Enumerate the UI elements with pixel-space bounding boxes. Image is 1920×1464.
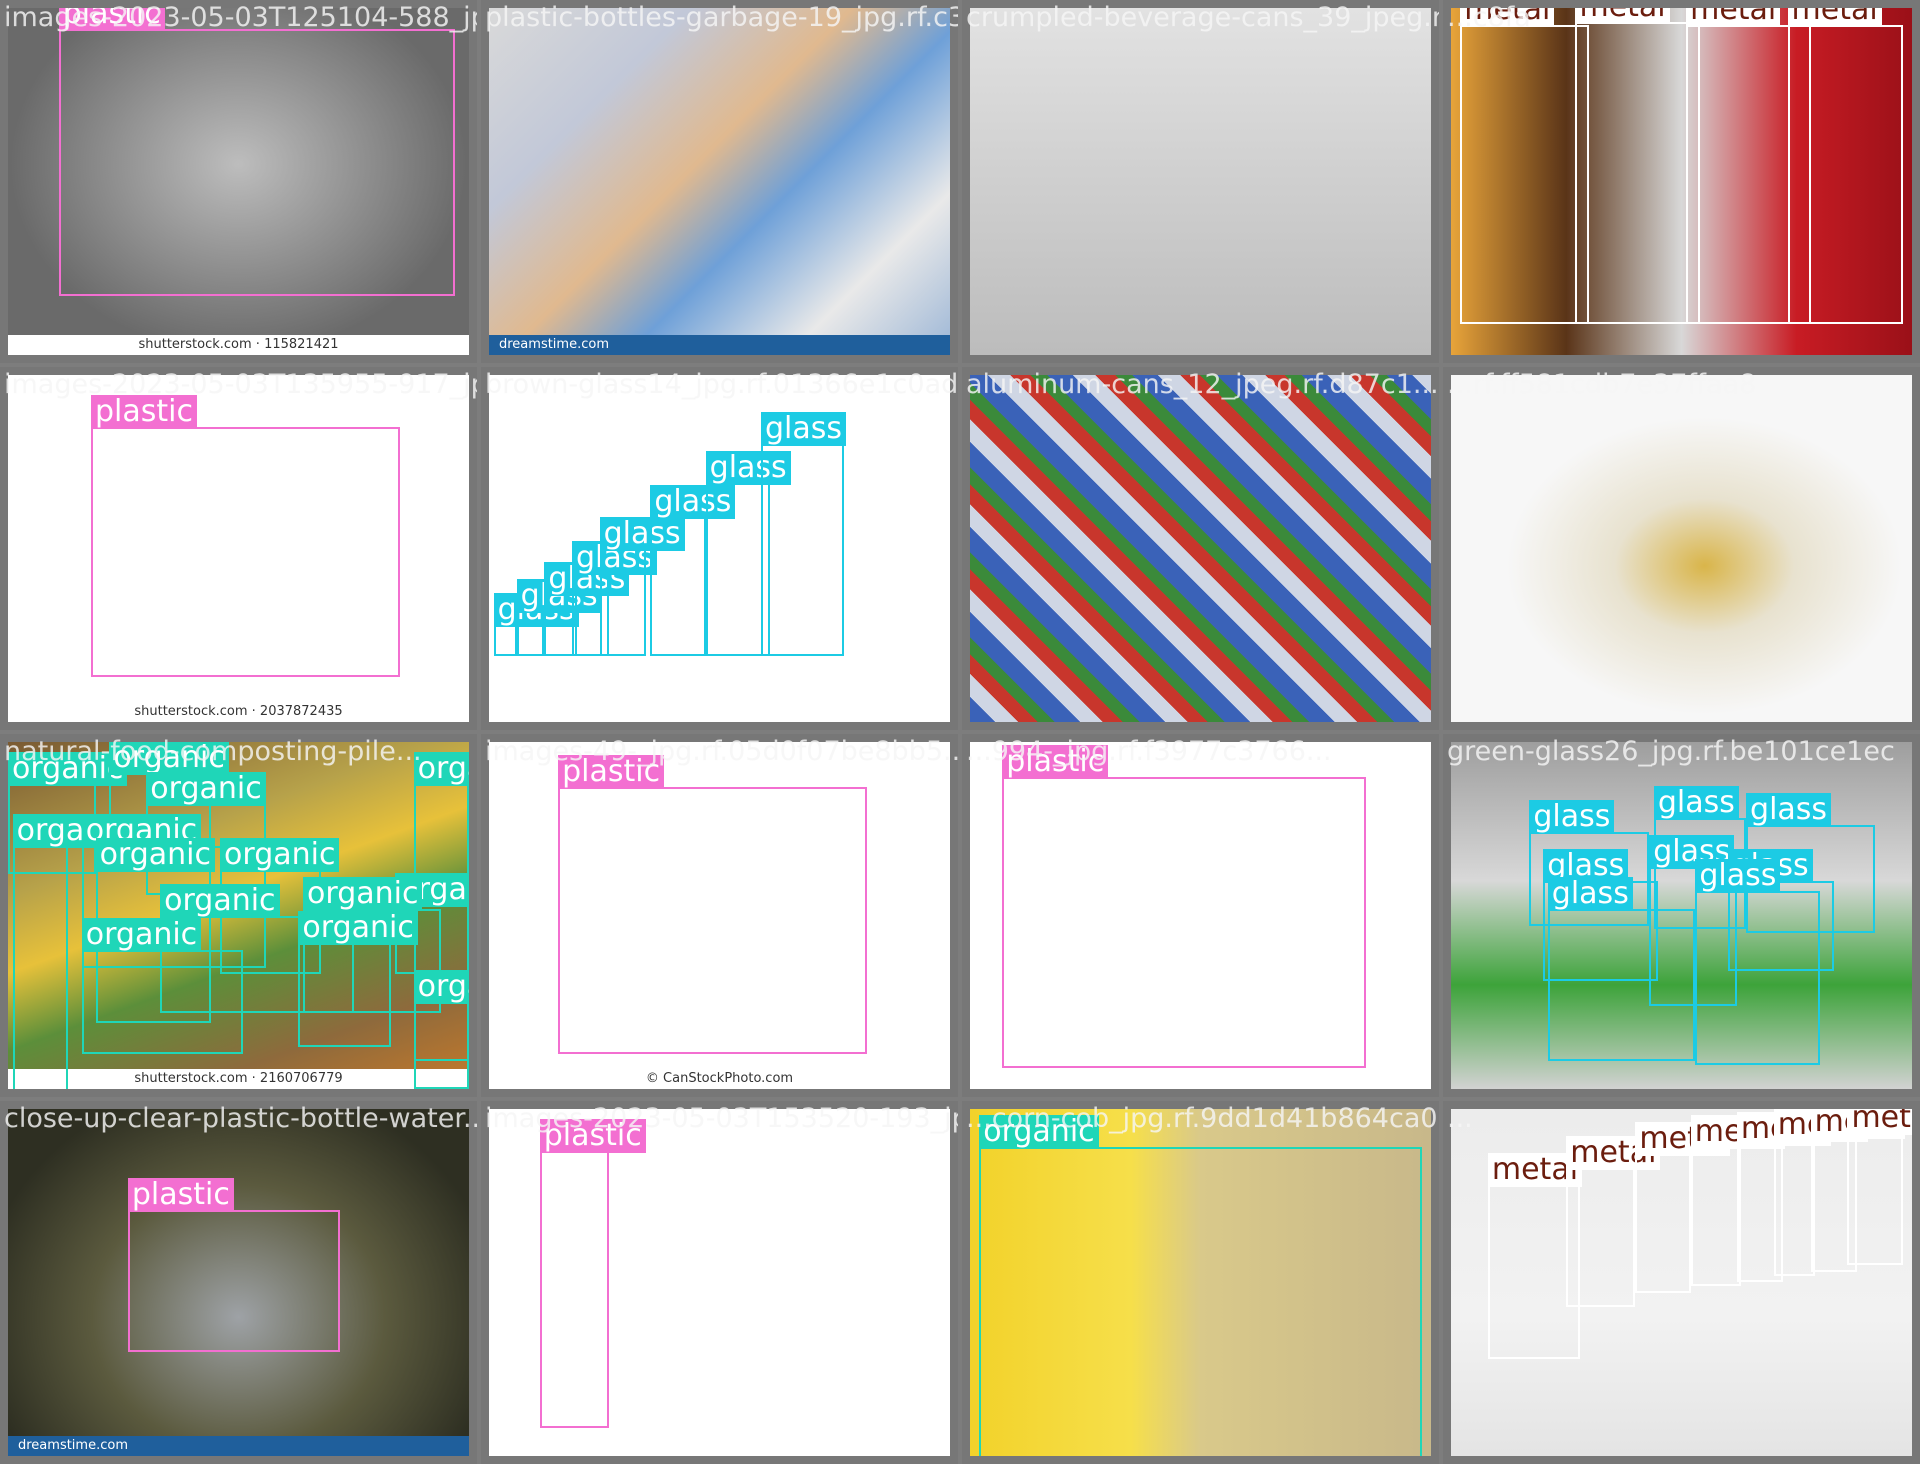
class-label: glass	[1746, 793, 1832, 828]
class-label: organic	[146, 772, 266, 807]
bounding-box-plastic: plastic	[127, 1177, 340, 1352]
class-label: organic	[160, 883, 280, 918]
class-label: metal	[1460, 8, 1555, 28]
watermark-credit: © CanStockPhoto.com	[489, 1069, 950, 1089]
photo: metal metal metal metal	[1451, 8, 1912, 355]
watermark-credit: shutterstock.com · 115821421	[8, 335, 469, 355]
bounding-box-plastic: plastic	[58, 8, 456, 296]
image-tile: dreamstime.com plastic-bottles-garbage-19…	[481, 0, 958, 363]
image-tile: metalmetalmetalmetal...c8fa	[1443, 0, 1920, 363]
class-label: metal	[1847, 1109, 1912, 1136]
bounding-box-glass: glass	[1547, 876, 1696, 1062]
class-label: plastic	[558, 755, 665, 790]
image-tile: aluminum-cans_12_jpeg.rf.d87c1...	[962, 367, 1439, 730]
class-label: glass	[1653, 786, 1739, 821]
bounding-box-plastic: plastic	[539, 1118, 646, 1429]
class-label: organic	[81, 918, 202, 953]
class-label: glass	[1529, 800, 1615, 835]
photo	[970, 375, 1431, 722]
watermark-credit: shutterstock.com · 2037872435	[8, 702, 469, 722]
class-label: glass	[1695, 859, 1781, 894]
image-tile: plastic ...994-_jpg.rf.f3977c3766...	[962, 734, 1439, 1097]
watermark-credit: dreamstime.com	[489, 335, 950, 355]
image-tile: dreamstime.com plastic close-up-clear-plas…	[0, 1101, 477, 1464]
image-tile: plasticimages-2023-05-03T153520-193_jpg.…	[481, 1101, 958, 1464]
photo: shutterstock.com · 2037872435 plastic	[8, 375, 469, 722]
image-tile: glassglassglassglassglassglassglassglass…	[1443, 734, 1920, 1097]
class-label: plastic	[58, 8, 165, 31]
bounding-box-metal: metal	[1566, 1135, 1661, 1307]
bounding-box-organic: organic	[81, 918, 244, 1055]
bounding-box-glass: glass	[493, 592, 579, 657]
watermark-credit: shutterstock.com · 2160706779	[8, 1069, 469, 1089]
photo: organic	[970, 1109, 1431, 1456]
class-label: plastic	[539, 1118, 646, 1153]
bounding-box-metal: metal	[1690, 1115, 1785, 1286]
bounding-box-glass: glass	[1695, 859, 1820, 1065]
photo: plastic	[970, 742, 1431, 1089]
bounding-box-glass: glass	[760, 412, 847, 657]
bounding-box-organic: organic	[979, 1115, 1422, 1456]
class-label: glass	[1547, 876, 1633, 911]
photo: plastic	[489, 1109, 950, 1456]
bounding-box-metal: metal	[1847, 1109, 1912, 1266]
photo: dreamstime.com plastic	[8, 1109, 469, 1456]
bounding-box-plastic: plastic	[1002, 744, 1367, 1069]
image-tile: shutterstock.com · 2037872435 plastic imag…	[0, 367, 477, 730]
bounding-box-organic: organic	[413, 970, 469, 1089]
bounding-box-metal: metal	[1575, 8, 1700, 324]
class-label: organic	[413, 751, 469, 786]
class-label: glass	[760, 412, 847, 447]
class-label: organic	[303, 876, 423, 911]
image-tile: crumpled-beverage-cans_39_jpeg.rf.1bd9f4…	[962, 0, 1439, 363]
bounding-box-glass: glass	[599, 516, 685, 657]
photo: © CanStockPhoto.com plastic	[489, 742, 950, 1089]
bounding-box-metal: metal	[1460, 8, 1590, 324]
bounding-box-plastic: plastic	[558, 755, 867, 1055]
class-label: organic	[979, 1115, 1099, 1150]
photo: shutterstock.com · 2160706779 organic orga…	[8, 742, 469, 1089]
image-tile: © CanStockPhoto.com plastic images-49-_jpg…	[481, 734, 958, 1097]
image-tile: shutterstock.com · 115821421 plastic image…	[0, 0, 477, 363]
class-label: organic	[220, 838, 340, 873]
bounding-box-glass: glass	[650, 485, 736, 657]
image-tile: shutterstock.com · 2160706779 organic orga…	[0, 734, 477, 1097]
class-label: organic	[298, 911, 418, 946]
bounding-box-glass: glass	[516, 578, 602, 657]
image-tile: organic ...corn-cob_jpg.rf.9dd1d41b864ca0…	[962, 1101, 1439, 1464]
photo: glassglassglassglassglassglassglassglass	[489, 375, 950, 722]
class-label: organic	[95, 838, 216, 873]
class-label: plastic	[1002, 744, 1109, 779]
detection-grid: shutterstock.com · 115821421 plastic image…	[0, 0, 1920, 1464]
class-label: metal	[1686, 8, 1781, 28]
photo: glassglassglassglassglassglassglassglass	[1451, 742, 1912, 1089]
class-label: metal	[1787, 8, 1882, 28]
photo	[970, 8, 1431, 355]
class-label: plastic	[90, 395, 197, 430]
bounding-box-organic: organic	[12, 814, 133, 1089]
class-label: organic	[413, 970, 469, 1005]
photo: shutterstock.com · 115821421 plastic	[8, 8, 469, 355]
watermark-credit: dreamstime.com	[8, 1436, 469, 1456]
class-label: metal	[1575, 8, 1670, 24]
image-tile: ...rf.ff581cdb7e37ffaa8	[1443, 367, 1920, 730]
bounding-box-metal: metal	[1787, 8, 1903, 324]
class-label: organic	[109, 742, 229, 776]
bounding-box-metal: metal	[1773, 1109, 1868, 1276]
image-tile: glassglassglassglassglassglassglassglass…	[481, 367, 958, 730]
bounding-box-organic: organic	[298, 911, 418, 1048]
bounding-box-plastic: plastic	[90, 395, 400, 677]
image-tile: metalmetalmetalmetalmetalmetalmetalmetal…	[1443, 1101, 1920, 1464]
photo	[1451, 375, 1912, 722]
photo: dreamstime.com	[489, 8, 950, 355]
class-label: plastic	[127, 1177, 234, 1212]
bounding-box-metal: metal	[1635, 1122, 1730, 1293]
photo: metalmetalmetalmetalmetalmetalmetalmetal	[1451, 1109, 1912, 1456]
